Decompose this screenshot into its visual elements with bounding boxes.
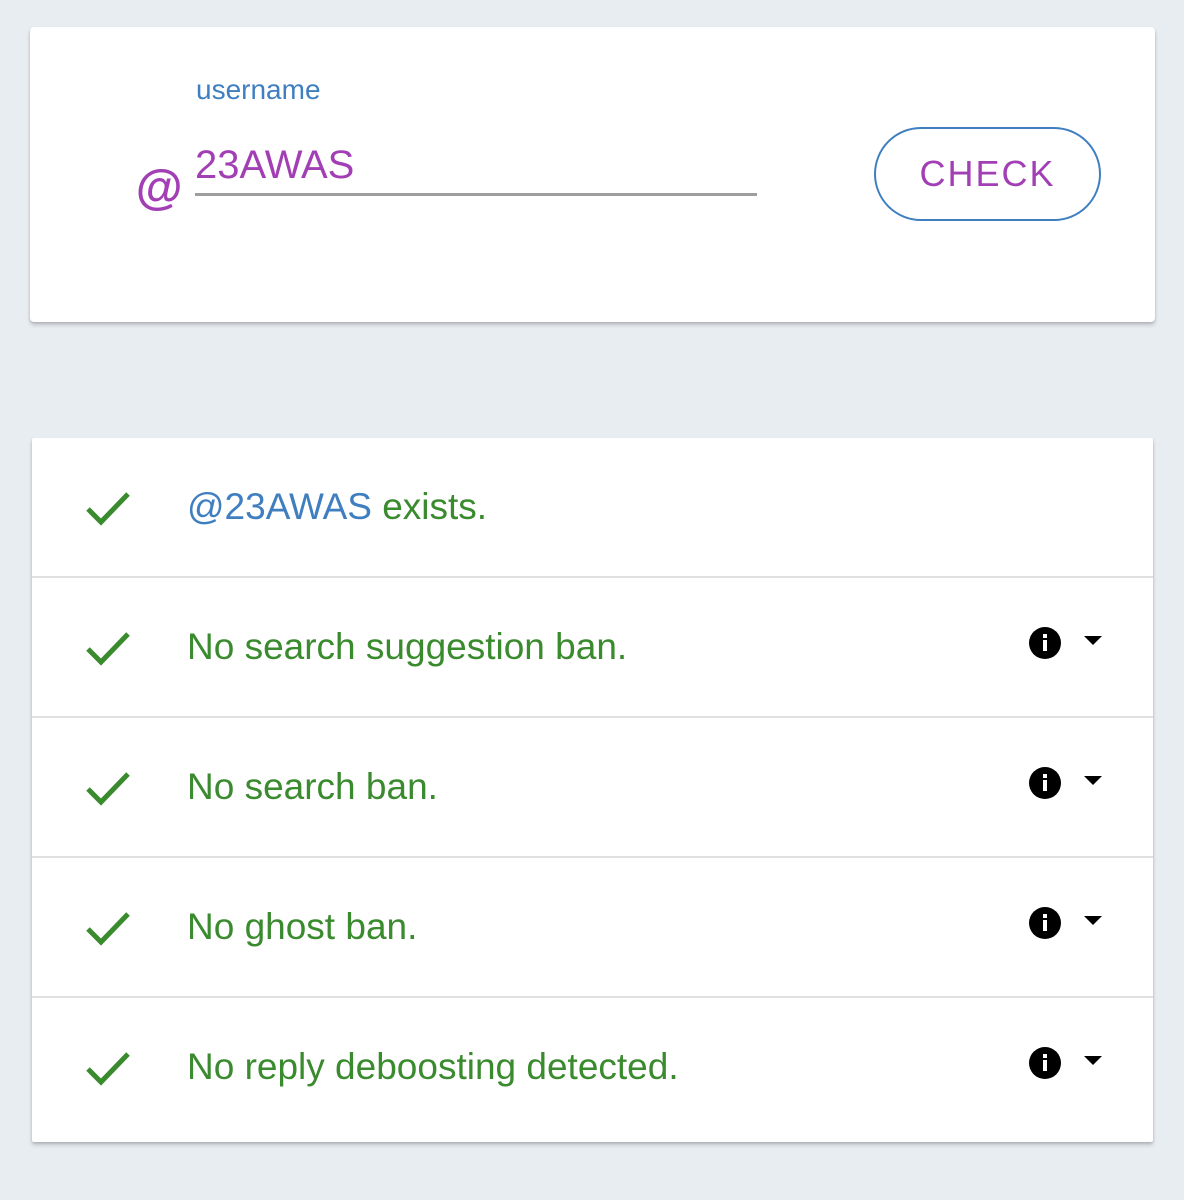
result-text: No ghost ban. [187,906,418,947]
result-row-search-suggestion-ban: No search suggestion ban. [32,578,1153,718]
check-icon [86,912,130,946]
info-icon[interactable] [1028,1046,1062,1080]
result-text: @23AWAS exists. [187,486,487,528]
caret-down-icon[interactable] [1084,1056,1102,1066]
check-icon [86,632,130,666]
info-icon[interactable] [1028,906,1062,940]
at-icon: @ [135,162,182,215]
result-text: No reply deboosting detected. [187,1046,679,1087]
exists-text: exists. [371,486,488,527]
check-button[interactable]: CHECK [874,127,1101,221]
result-row-ghost-ban: No ghost ban. [32,858,1153,998]
check-icon [86,1052,130,1086]
results-card: @23AWAS exists. No search suggestion ban… [32,438,1153,1142]
check-icon [86,492,130,526]
result-row-exists: @23AWAS exists. [32,438,1153,578]
result-row-reply-deboosting: No reply deboosting detected. [32,998,1153,1142]
check-icon [86,772,130,806]
info-icon[interactable] [1028,766,1062,800]
result-text: No search ban. [187,766,438,807]
caret-down-icon[interactable] [1084,776,1102,786]
result-text: No search suggestion ban. [187,626,628,667]
username-label: username [196,74,321,105]
info-icon[interactable] [1028,626,1062,660]
result-row-search-ban: No search ban. [32,718,1153,858]
caret-down-icon[interactable] [1084,636,1102,646]
caret-down-icon[interactable] [1084,916,1102,926]
username-input[interactable] [195,137,757,196]
username-handle: @23AWAS [187,486,372,527]
search-card: @ username CHECK [30,27,1155,322]
